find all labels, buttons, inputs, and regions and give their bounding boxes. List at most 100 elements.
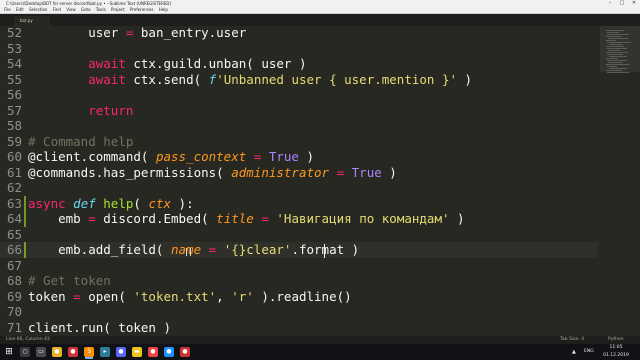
line-code: return bbox=[88, 102, 134, 118]
minimap-line bbox=[608, 50, 620, 51]
clock[interactable]: 11:05 01.12.2019 bbox=[598, 344, 634, 359]
line-number: 67 bbox=[6, 257, 22, 273]
code-line[interactable]: 52 user = ban_entry.user bbox=[0, 25, 598, 41]
code-line[interactable]: 64 emb = discord.Embed( title = 'Навигац… bbox=[0, 211, 598, 227]
line-code: user = ban_entry.user bbox=[28, 25, 247, 40]
browser-icon[interactable]: ● bbox=[52, 347, 62, 357]
cursor-position: Line 66, Column 43 bbox=[6, 337, 50, 342]
menu-edit[interactable]: Edit bbox=[16, 7, 24, 12]
minimap-line bbox=[606, 30, 624, 31]
minimap-line bbox=[608, 62, 622, 63]
search-icon[interactable]: ○ bbox=[20, 347, 30, 357]
syntax-indicator[interactable]: Python bbox=[608, 336, 624, 344]
line-code: async def help( ctx ): bbox=[28, 195, 194, 211]
menu-find[interactable]: Find bbox=[53, 7, 61, 12]
line-number: 60 bbox=[6, 149, 22, 164]
line-number: 57 bbox=[6, 102, 22, 118]
minimap-line bbox=[607, 32, 619, 33]
minimap-line bbox=[609, 56, 627, 57]
menu-selection[interactable]: Selection bbox=[29, 7, 47, 12]
sublime-text-icon[interactable]: S bbox=[84, 347, 94, 357]
minimap-line bbox=[607, 60, 627, 61]
network-icon[interactable]: ▲ bbox=[572, 348, 576, 356]
line-number: 61 bbox=[6, 164, 22, 180]
minimap-line bbox=[609, 44, 623, 45]
line-code: await ctx.guild.unban( user ) bbox=[88, 56, 307, 71]
menu-tools[interactable]: Tools bbox=[96, 7, 106, 12]
menu-file[interactable]: File bbox=[4, 7, 11, 12]
line-number: 52 bbox=[6, 25, 22, 40]
code-line[interactable]: 70 bbox=[0, 304, 598, 320]
code-line[interactable]: 67 bbox=[0, 258, 598, 274]
menu-help[interactable]: Help bbox=[159, 7, 168, 12]
language-indicator[interactable]: ENG bbox=[584, 348, 594, 356]
code-line[interactable]: 54 await ctx.guild.unban( user ) bbox=[0, 56, 598, 72]
code-line[interactable]: 58 bbox=[0, 118, 598, 134]
menu-bar: File Edit Selection Find View Goto Tools… bbox=[0, 7, 640, 14]
line-code: await ctx.send( f'Unbanned user { user.m… bbox=[88, 71, 473, 87]
text-cursor bbox=[323, 244, 325, 258]
record-icon[interactable]: ● bbox=[180, 347, 190, 357]
minimap-line bbox=[606, 52, 628, 53]
code-line[interactable]: 61 @commands.has_permissions( administrat… bbox=[0, 165, 598, 181]
terminal-icon[interactable]: ▸ bbox=[100, 347, 110, 357]
code-line[interactable]: 63 async def help( ctx ): bbox=[0, 196, 598, 212]
line-code: emb = discord.Embed( title = 'Навигация … bbox=[28, 211, 465, 226]
menu-preferences[interactable]: Preferences bbox=[130, 7, 154, 12]
code-line[interactable]: 62 bbox=[0, 180, 598, 196]
code-line[interactable]: 68 # Get token bbox=[0, 273, 598, 289]
code-line[interactable]: 59 # Command help bbox=[0, 134, 598, 150]
minimap[interactable] bbox=[600, 26, 640, 336]
line-number: 70 bbox=[6, 304, 22, 319]
folder-icon[interactable]: ▬ bbox=[132, 347, 142, 357]
chat-icon[interactable]: ● bbox=[164, 347, 174, 357]
code-line[interactable]: 66 emb.add_field( name = '{}clear'.forma… bbox=[0, 242, 598, 258]
media-icon[interactable]: ● bbox=[148, 347, 158, 357]
minimap-line bbox=[606, 58, 618, 59]
line-number: 69 bbox=[6, 288, 22, 304]
status-bar: Line 66, Column 43 Tab Size: 4 Python bbox=[0, 336, 640, 344]
close-button[interactable]: ✕ bbox=[628, 0, 640, 7]
line-number: 66 bbox=[6, 242, 22, 257]
line-number: 71 bbox=[6, 319, 22, 335]
code-line[interactable]: 65 bbox=[0, 227, 598, 243]
maximize-button[interactable]: □ bbox=[616, 0, 628, 7]
discord-icon[interactable]: ● bbox=[116, 347, 126, 357]
task-view-icon[interactable]: ▭ bbox=[36, 347, 46, 357]
menu-project[interactable]: Project bbox=[111, 7, 125, 12]
minimap-line bbox=[608, 38, 628, 39]
code-line[interactable]: 57 return bbox=[0, 103, 598, 119]
app-icon[interactable]: ● bbox=[68, 347, 78, 357]
line-number: 64 bbox=[6, 211, 22, 226]
minimap-line bbox=[606, 46, 624, 47]
minimap-line bbox=[606, 64, 630, 65]
code-line[interactable]: 55 await ctx.send( f'Unbanned user { use… bbox=[0, 72, 598, 88]
code-line[interactable]: 53 bbox=[0, 41, 598, 57]
line-code: @commands.has_permissions( administrator… bbox=[28, 164, 397, 180]
code-editor[interactable]: 52 user = ban_entry.user 53 54 await ctx.g… bbox=[0, 25, 598, 336]
line-number: 65 bbox=[6, 226, 22, 242]
minimap-line bbox=[606, 40, 616, 41]
minimize-button[interactable]: – bbox=[604, 0, 616, 7]
line-number: 68 bbox=[6, 273, 22, 288]
minimap-line bbox=[609, 68, 627, 69]
code-line[interactable]: 71 client.run( token ) bbox=[0, 320, 598, 336]
code-line[interactable]: 69 token = open( 'token.txt', 'r' ).readl… bbox=[0, 289, 598, 305]
minimap-line bbox=[607, 66, 617, 67]
os-taskbar: ⊞ ○ ▭ ● ● S ▸ ● ▬ ● ● ● ▲ ENG 11:05 01.1… bbox=[0, 344, 640, 360]
line-number: 62 bbox=[6, 180, 22, 195]
minimap-viewport[interactable] bbox=[600, 26, 640, 72]
minimap-line bbox=[607, 48, 627, 49]
tab-size-indicator[interactable]: Tab Size: 4 bbox=[560, 336, 584, 344]
start-icon[interactable]: ⊞ bbox=[4, 347, 14, 357]
code-line[interactable]: 60 @client.command( pass_context = True ) bbox=[0, 149, 598, 165]
code-line[interactable]: 56 bbox=[0, 87, 598, 103]
minimap-line bbox=[607, 54, 623, 55]
menu-goto[interactable]: Goto bbox=[81, 7, 91, 12]
line-code: # Get token bbox=[28, 273, 111, 288]
window-titlebar: C:\Users\\Desktop\BOT for server discord… bbox=[0, 0, 640, 7]
menu-view[interactable]: View bbox=[66, 7, 76, 12]
line-code: client.run( token ) bbox=[28, 319, 171, 335]
line-number: 53 bbox=[6, 40, 22, 56]
clock-date: 01.12.2019 bbox=[603, 353, 629, 358]
